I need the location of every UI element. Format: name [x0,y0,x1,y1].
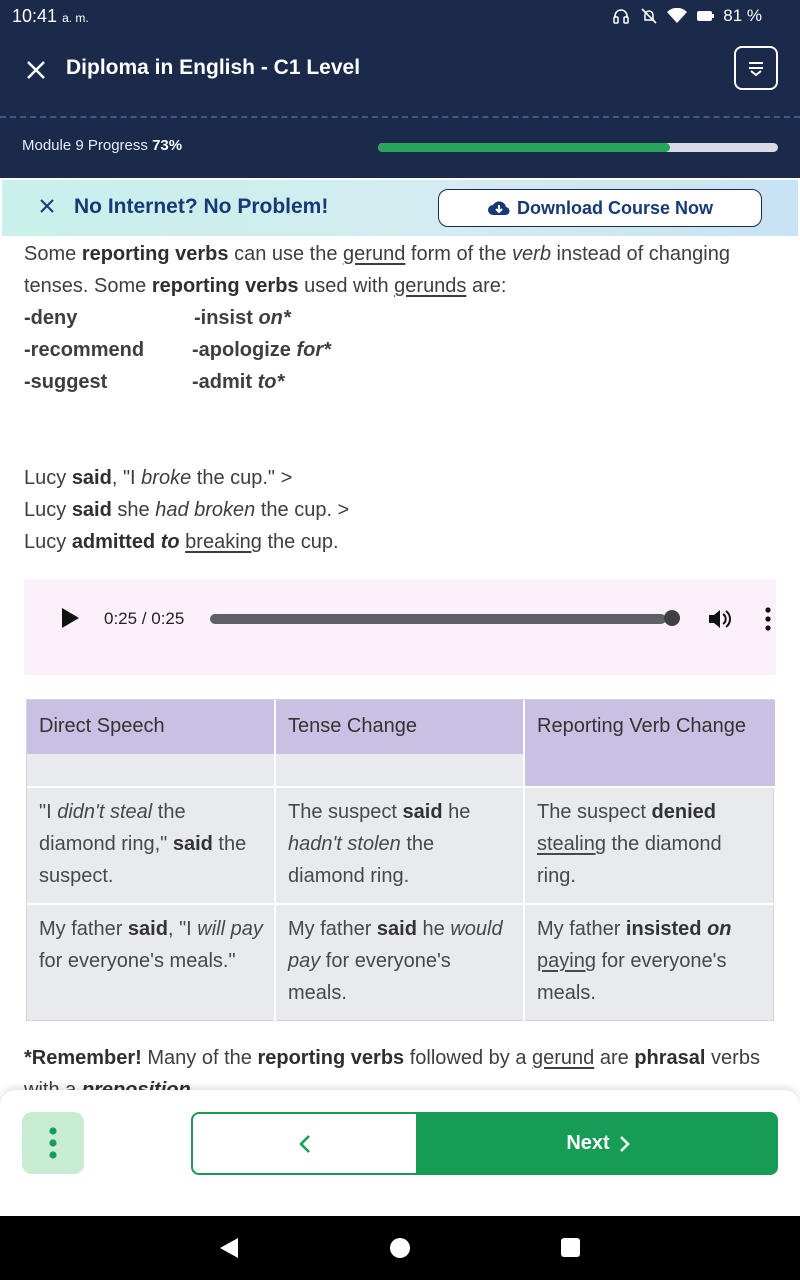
title-row: Diploma in English - C1 Level [0,44,800,96]
table-cell: My father said, "I will pay for everyone… [39,918,263,972]
table-header-cell: Direct Speech [27,700,275,754]
battery-icon [695,6,715,26]
download-button-label: Download Course Now [516,197,713,218]
options-button[interactable] [22,1112,84,1174]
audio-seek-knob[interactable] [664,610,680,626]
verb-item: -deny [24,307,78,329]
banner-text: No Internet? No Problem! [74,195,329,218]
progress-fill [378,143,670,152]
example-line: Lucy admitted to breaking the cup. [24,531,339,553]
example-line: Lucy said, "I broke the cup." > [24,467,293,489]
next-button[interactable]: Next [418,1112,778,1175]
table-header-cell: Tense Change [276,700,524,754]
table-header-cell: Reporting Verb Change [525,700,775,786]
back-icon[interactable] [218,1237,240,1259]
more-options-icon [49,1127,57,1159]
cloud-download-icon [487,201,510,216]
download-course-button[interactable]: Download Course Now [438,189,762,227]
comparison-table: Direct Speech Tense Change Reporting Ver… [26,699,775,1022]
status-icons: 81 % [611,6,762,26]
battery-percent: 81 % [723,6,762,25]
glossary-link[interactable]: gerund [532,1047,594,1069]
play-icon[interactable] [60,607,80,629]
glossary-link[interactable]: paying [537,950,596,972]
mute-bell-icon [639,6,659,26]
chevron-left-icon [298,1134,310,1153]
status-time: 10:41 a. m. [12,6,89,27]
progress-text: Module 9 Progress [22,137,148,154]
app-header: 10:41 a. m. 81 % Diploma in English - C1… [0,0,800,178]
glossary-link[interactable]: gerunds [394,275,466,297]
table-cell: My father said he would pay for everyone… [288,918,503,1004]
verb-item: -apologize for* [192,339,331,361]
audio-player: 0:25 / 0:25 [24,579,776,675]
audio-seek-bar[interactable] [210,614,666,624]
progress-label: Module 9 Progress 73% [22,137,182,154]
verb-row: -deny -insist on* [24,302,424,334]
progress-percent: 73% [152,137,183,154]
divider [0,116,800,118]
example-line: Lucy said she had broken the cup. > [24,499,350,521]
close-icon [27,61,45,79]
glossary-link[interactable]: breaking [185,531,262,553]
verb-item: -recommend [24,339,145,361]
close-icon [40,199,54,213]
verb-list: -deny -insist on* -recommend -apologize … [24,302,424,398]
status-bar: 10:41 a. m. 81 % [0,0,800,34]
menu-chevron-icon [749,62,763,77]
close-button[interactable] [22,56,50,84]
volume-icon[interactable] [706,605,734,633]
previous-button[interactable] [191,1112,418,1175]
table-cell: My father insisted on paying for everyon… [537,918,732,1004]
headset-icon [611,6,631,26]
course-title: Diploma in English - C1 Level [66,56,361,79]
verb-row: -recommend -apologize for* [24,334,424,366]
table-cell: The suspect said he hadn't stolen the di… [288,801,471,887]
offline-banner: No Internet? No Problem! Download Course… [2,180,798,236]
more-options-icon[interactable] [758,605,778,633]
clock-ampm: a. m. [62,11,89,25]
wifi-icon [667,6,688,26]
verb-item: -admit to* [192,371,285,393]
banner-close-button[interactable] [40,196,54,219]
bottom-action-bar: Next [0,1090,800,1216]
verb-row: -suggest -admit to* [24,366,424,398]
table-cell: The suspect denied stealing the diamond … [537,801,722,887]
audio-controls: 0:25 / 0:25 [50,597,771,641]
table-divider [27,786,775,788]
intro-paragraph: Some reporting verbs can use the gerund … [24,243,730,297]
progress-bar [378,143,778,152]
audio-time: 0:25 / 0:25 [104,609,185,628]
table-divider [27,903,775,905]
table-cell: "I didn't steal the diamond ring," said … [39,801,247,887]
home-icon[interactable] [390,1238,410,1258]
glossary-link[interactable]: stealing [537,833,606,855]
clock: 10:41 [12,6,58,26]
verb-item: -suggest [24,371,108,393]
example-sentences: Lucy said, "I broke the cup." > Lucy sai… [24,462,724,558]
recent-apps-icon[interactable] [561,1238,580,1257]
verb-item: -insist on* [194,307,291,329]
glossary-link[interactable]: gerund [343,243,405,265]
next-button-label: Next [566,1132,610,1154]
chevron-right-icon [619,1135,630,1152]
course-menu-button[interactable] [734,46,778,90]
system-nav-bar [0,1216,800,1280]
